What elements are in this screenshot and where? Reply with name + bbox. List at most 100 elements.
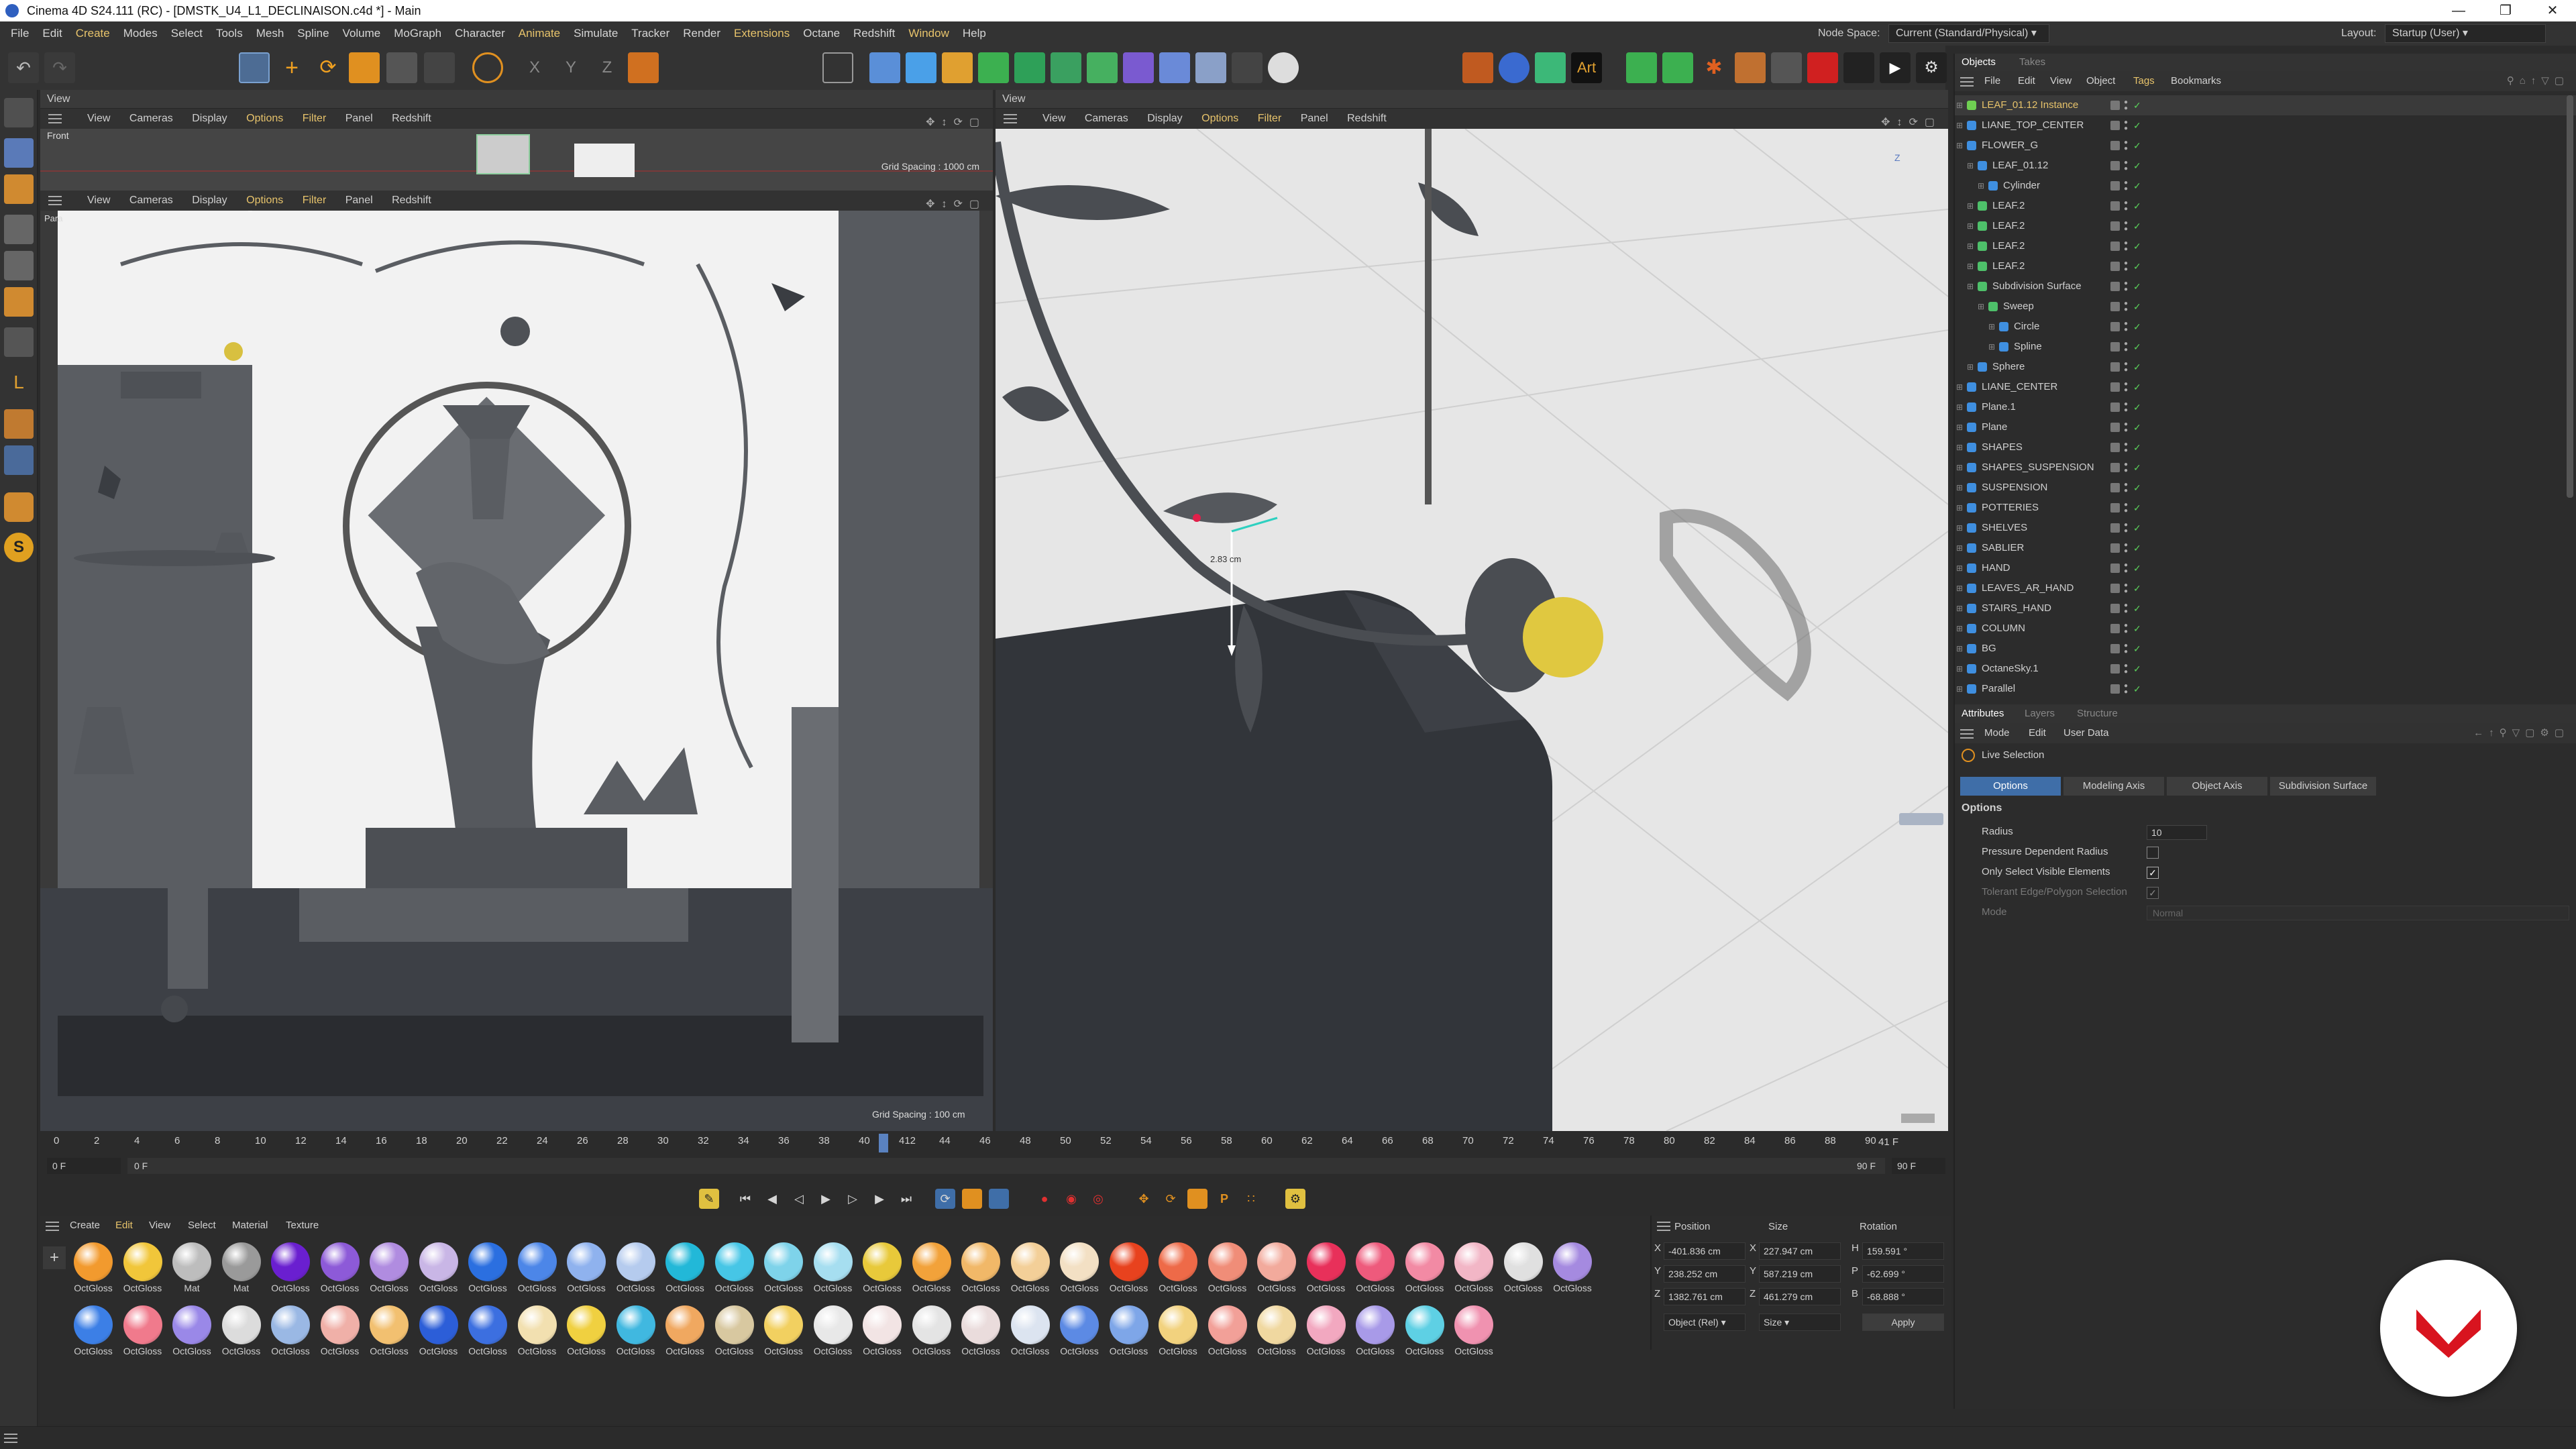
- redo-icon[interactable]: ↷: [44, 52, 75, 83]
- key-scale-icon[interactable]: [1187, 1189, 1208, 1209]
- expand-toggle-icon[interactable]: ⊞: [1956, 498, 1963, 518]
- object-row[interactable]: ⊞ POTTERIES ● ● ✓: [1955, 498, 2576, 518]
- expand-toggle-icon[interactable]: ⊞: [1956, 578, 1963, 598]
- visibility-dots-icon[interactable]: ● ●: [2124, 522, 2129, 535]
- timeline-mode-icon[interactable]: [962, 1189, 982, 1209]
- layer-checkbox[interactable]: [2110, 664, 2120, 674]
- objects-menu-file[interactable]: File: [1984, 71, 2000, 91]
- size-field[interactable]: 461.279 cm: [1759, 1288, 1841, 1305]
- visibility-dots-icon[interactable]: ● ●: [2124, 321, 2129, 333]
- mat-menu-select[interactable]: Select: [188, 1216, 216, 1236]
- object-name[interactable]: SUSPENSION: [1982, 478, 2047, 498]
- status-menu-icon[interactable]: [4, 1434, 17, 1443]
- floor-icon[interactable]: [1195, 52, 1226, 83]
- visibility-dots-icon[interactable]: ● ●: [2124, 582, 2129, 595]
- minimize-icon[interactable]: —: [2435, 0, 2482, 21]
- maximize-icon[interactable]: ❐: [2482, 0, 2529, 21]
- axis-mode-icon[interactable]: L: [4, 368, 34, 397]
- material-swatch[interactable]: OctGloss: [1253, 1305, 1300, 1362]
- object-row[interactable]: ⊞ SHELVES ● ● ✓: [1955, 518, 2576, 538]
- object-name[interactable]: Subdivision Surface: [1992, 276, 2082, 297]
- material-swatch[interactable]: OctGloss: [119, 1242, 166, 1299]
- enabled-check-icon[interactable]: ✓: [2133, 478, 2141, 498]
- visibility-dots-icon[interactable]: ● ●: [2124, 623, 2129, 635]
- subtab-options[interactable]: Options: [1960, 777, 2061, 796]
- coordinate-size-dropdown[interactable]: Size ▾: [1759, 1313, 1841, 1331]
- expand-toggle-icon[interactable]: ⊞: [1956, 478, 1963, 498]
- node-space-dropdown[interactable]: Current (Standard/Physical) ▾: [1888, 24, 2049, 43]
- object-name[interactable]: HAND: [1982, 558, 2010, 578]
- panel-menu-icon[interactable]: [48, 114, 62, 123]
- layer-checkbox[interactable]: [2110, 262, 2120, 271]
- enabled-check-icon[interactable]: ✓: [2133, 136, 2141, 156]
- visibility-dots-icon[interactable]: ● ●: [2124, 643, 2129, 655]
- layer-checkbox[interactable]: [2110, 564, 2120, 573]
- layer-checkbox[interactable]: [2110, 463, 2120, 472]
- visibility-dots-icon[interactable]: ● ●: [2124, 401, 2129, 414]
- tab-takes[interactable]: Takes: [2019, 54, 2045, 71]
- material-swatch[interactable]: OctGloss: [810, 1242, 857, 1299]
- expand-toggle-icon[interactable]: ⊞: [1988, 317, 1995, 337]
- enabled-check-icon[interactable]: ✓: [2133, 317, 2141, 337]
- material-swatch[interactable]: OctGloss: [218, 1305, 265, 1362]
- layer-checkbox[interactable]: [2110, 241, 2120, 251]
- attr-menu-user-data[interactable]: User Data: [2063, 723, 2109, 743]
- perspective-view-canvas[interactable]: 2.83 cm Z: [996, 129, 1948, 1131]
- object-row[interactable]: ⊞ SHAPES ● ● ✓: [1955, 437, 2576, 458]
- size-field[interactable]: 587.219 cm: [1759, 1265, 1841, 1283]
- visibility-dots-icon[interactable]: ● ●: [2124, 462, 2129, 474]
- frame-range-slider[interactable]: 0 F 90 F: [127, 1158, 1885, 1174]
- persp-menu-options[interactable]: Options: [1201, 113, 1238, 124]
- material-swatch[interactable]: OctGloss: [1204, 1242, 1251, 1299]
- visibility-dots-icon[interactable]: ● ●: [2124, 140, 2129, 152]
- persp-menu-redshift[interactable]: Redshift: [1347, 113, 1387, 124]
- object-name[interactable]: SABLIER: [1982, 538, 2024, 558]
- enabled-check-icon[interactable]: ✓: [2133, 196, 2141, 216]
- attributes-menu-icon[interactable]: [1960, 729, 1974, 739]
- expand-toggle-icon[interactable]: ⊞: [1967, 357, 1974, 377]
- enabled-check-icon[interactable]: ✓: [2133, 115, 2141, 136]
- layer-checkbox[interactable]: [2110, 684, 2120, 694]
- light-icon[interactable]: [1268, 52, 1299, 83]
- expand-toggle-icon[interactable]: ⊞: [1956, 417, 1963, 437]
- polygons-mode-icon[interactable]: [4, 287, 34, 317]
- radius-field[interactable]: 10: [2147, 825, 2207, 840]
- material-swatch[interactable]: OctGloss: [1056, 1242, 1103, 1299]
- material-swatch[interactable]: OctGloss: [711, 1305, 758, 1362]
- material-swatch[interactable]: OctGloss: [859, 1242, 906, 1299]
- object-name[interactable]: Cylinder: [2003, 176, 2040, 196]
- pressure-checkbox[interactable]: [2147, 847, 2159, 859]
- material-swatch[interactable]: OctGloss: [317, 1242, 364, 1299]
- recent-tools-icon[interactable]: [424, 52, 455, 83]
- coordinate-mode-dropdown[interactable]: Object (Rel) ▾: [1664, 1313, 1746, 1331]
- edges-mode-icon[interactable]: [4, 251, 34, 280]
- previous-frame-icon[interactable]: ◁: [789, 1189, 809, 1209]
- go-to-end-icon[interactable]: ⏭: [896, 1189, 916, 1209]
- rotation-field[interactable]: -62.699 °: [1862, 1265, 1944, 1283]
- layer-checkbox[interactable]: [2110, 181, 2120, 191]
- snap-icon[interactable]: [4, 409, 34, 439]
- layer-checkbox[interactable]: [2110, 503, 2120, 513]
- expand-toggle-icon[interactable]: ⊞: [1967, 196, 1974, 216]
- enabled-check-icon[interactable]: ✓: [2133, 518, 2141, 538]
- object-name[interactable]: LIANE_TOP_CENTER: [1982, 115, 2084, 136]
- layer-checkbox[interactable]: [2110, 221, 2120, 231]
- object-name[interactable]: LEAF.2: [1992, 196, 2025, 216]
- objects-menu-edit[interactable]: Edit: [2018, 71, 2035, 91]
- material-swatch[interactable]: OctGloss: [1450, 1242, 1497, 1299]
- visibility-dots-icon[interactable]: ● ●: [2124, 502, 2129, 515]
- enabled-check-icon[interactable]: ✓: [2133, 598, 2141, 619]
- visibility-dots-icon[interactable]: ● ●: [2124, 562, 2129, 575]
- expand-toggle-icon[interactable]: ⊞: [1956, 115, 1963, 136]
- menu-tools[interactable]: Tools: [209, 21, 250, 46]
- object-row[interactable]: ⊞ Parallel ● ● ✓: [1955, 679, 2576, 699]
- menu-mograph[interactable]: MoGraph: [387, 21, 448, 46]
- material-swatch[interactable]: OctGloss: [563, 1242, 610, 1299]
- layer-checkbox[interactable]: [2110, 121, 2120, 130]
- brush-icon[interactable]: [4, 492, 34, 522]
- expand-toggle-icon[interactable]: ⊞: [1967, 236, 1974, 256]
- octane-qr-icon[interactable]: [1499, 52, 1529, 83]
- menu-file[interactable]: File: [4, 21, 36, 46]
- layer-checkbox[interactable]: [2110, 101, 2120, 110]
- key-rotation-icon[interactable]: ⟳: [1161, 1189, 1181, 1209]
